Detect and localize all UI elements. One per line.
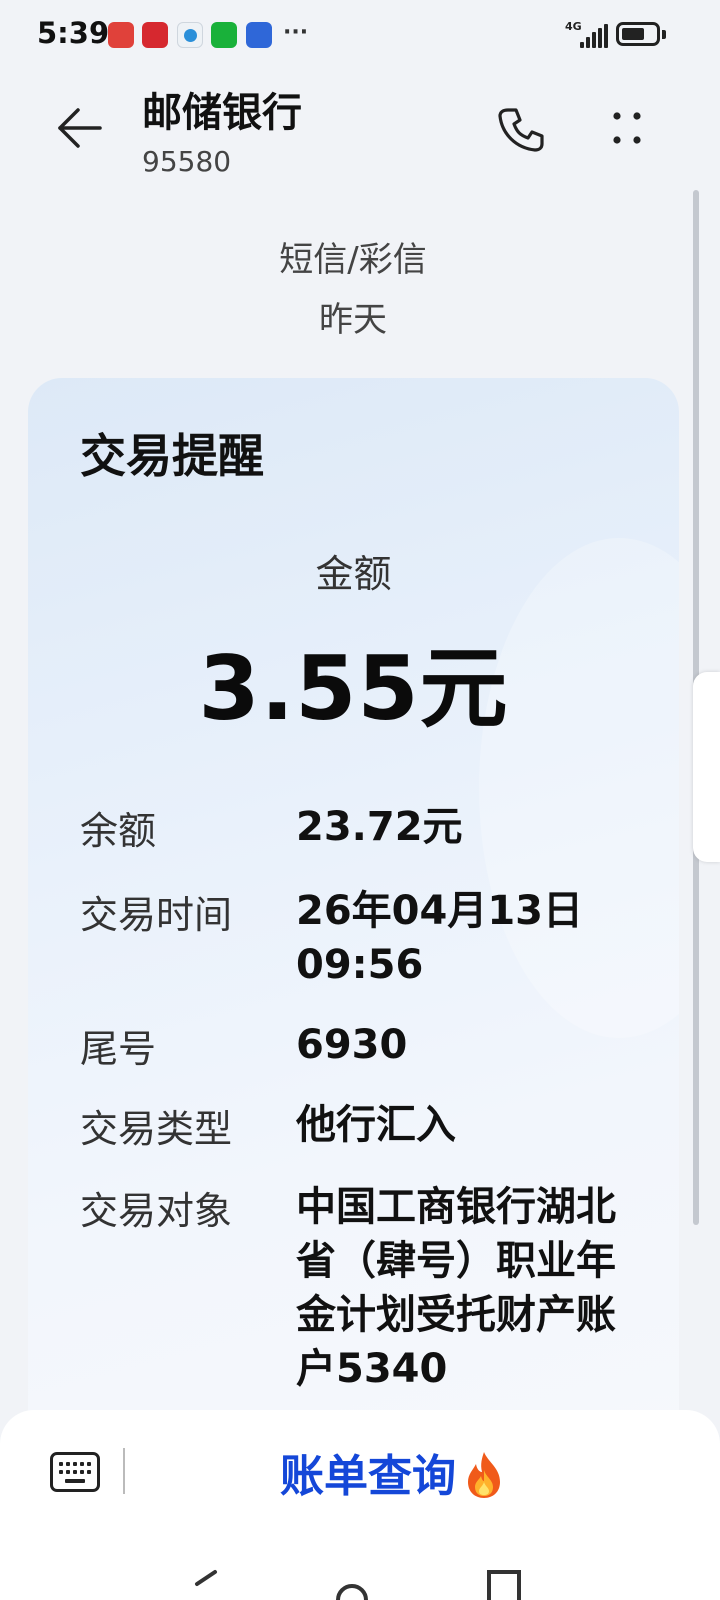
battery-icon (616, 22, 660, 46)
side-edge-handle[interactable] (693, 672, 720, 862)
info-value: 23.72元 (296, 804, 463, 850)
back-arrow-icon (58, 108, 102, 148)
status-bar: 5:39 ··· 4G (0, 0, 720, 70)
bill-query-label: 账单查询 (280, 1451, 456, 1502)
back-button[interactable] (50, 98, 110, 158)
bar-divider (123, 1448, 125, 1494)
phone-icon (498, 108, 544, 152)
info-label: 交易对象 (80, 1189, 233, 1233)
card-title: 交易提醒 (80, 429, 264, 483)
info-value: 26年04月13日 09:56 (296, 888, 583, 988)
more-options-button[interactable] (600, 102, 654, 156)
bill-query-button[interactable]: 账单查询 (280, 1440, 506, 1504)
info-label: 交易时间 (80, 893, 233, 937)
notification-app-icon (246, 22, 272, 48)
notification-app-icon (142, 22, 168, 48)
notification-app-icon (177, 22, 203, 48)
contact-number: 95580 (142, 145, 232, 178)
info-value: 6930 (296, 1022, 408, 1068)
info-value: 中国工商银行湖北省（肆号）职业年金计划受托财产账户5340 (296, 1184, 616, 1392)
keyboard-icon[interactable] (50, 1452, 100, 1492)
contact-name: 邮储银行 (142, 90, 302, 136)
nav-home-icon[interactable] (332, 1560, 372, 1600)
info-label: 尾号 (80, 1027, 157, 1071)
bottom-bar: 账单查询 (0, 1410, 720, 1600)
fire-icon (468, 1452, 500, 1498)
notification-app-icon (108, 22, 134, 48)
battery-tip (662, 30, 666, 39)
message-type-label: 短信/彩信 (279, 240, 427, 280)
info-label: 交易类型 (80, 1107, 233, 1151)
more-notifications-icon: ··· (283, 20, 309, 45)
signal-icon (580, 24, 608, 48)
amount-label: 金额 (315, 552, 392, 596)
transaction-card[interactable]: 交易提醒 金额 3.55元 余额 23.72元 交易时间 26年04月13日 0… (28, 378, 679, 1458)
nav-recents-icon[interactable] (485, 1560, 525, 1600)
wechat-icon (211, 22, 237, 48)
status-time: 5:39 (37, 16, 110, 50)
more-icon (613, 112, 641, 144)
info-value: 他行汇入 (296, 1102, 456, 1148)
info-label: 余额 (80, 809, 157, 853)
message-date: 昨天 (319, 300, 387, 340)
call-button[interactable] (494, 102, 548, 156)
nav-back-icon[interactable] (185, 1560, 225, 1600)
amount-value: 3.55元 (198, 637, 509, 740)
